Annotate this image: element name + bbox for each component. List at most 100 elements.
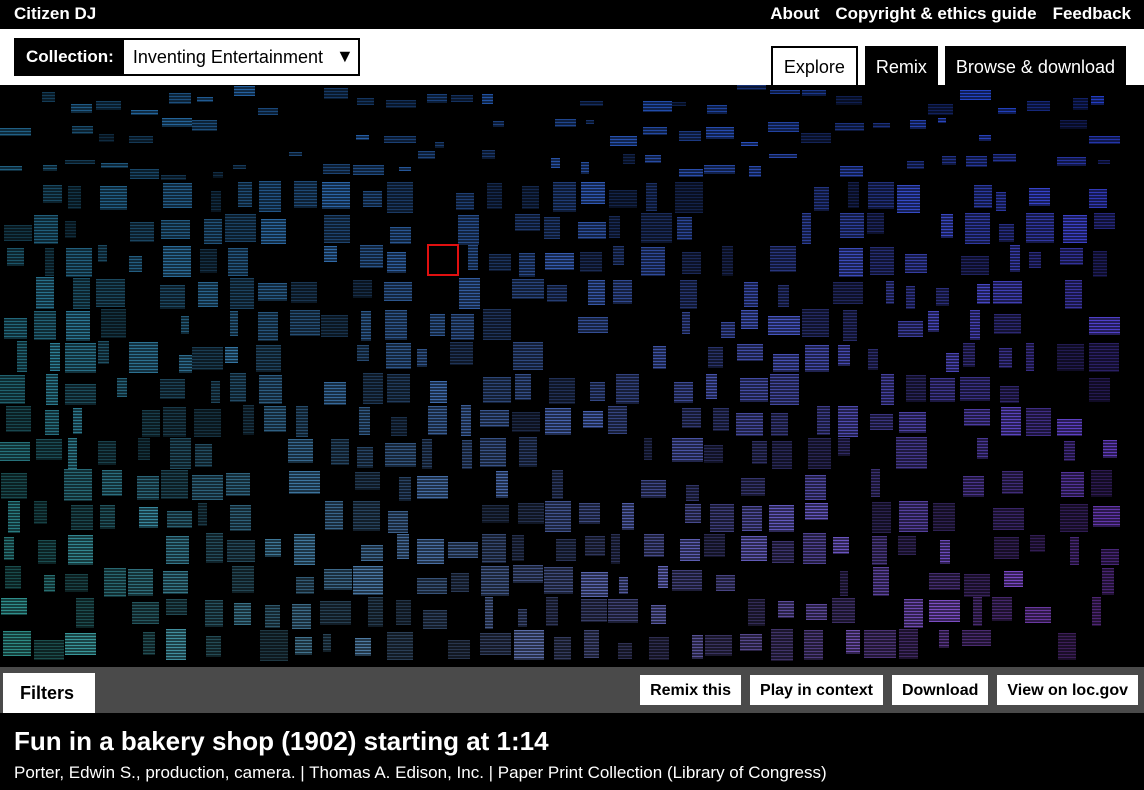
spectrogram-tile[interactable] <box>138 438 150 460</box>
spectrogram-tile[interactable] <box>288 439 313 463</box>
spectrogram-tile[interactable] <box>117 378 127 397</box>
spectrogram-tile[interactable] <box>833 537 849 554</box>
spectrogram-tile[interactable] <box>356 135 369 140</box>
spectrogram-tile[interactable] <box>45 248 54 276</box>
spectrogram-tile[interactable] <box>554 637 571 660</box>
spectrogram-tile[interactable] <box>583 411 603 428</box>
spectrogram-tile[interactable] <box>390 227 411 244</box>
spectrogram-tile[interactable] <box>258 108 278 115</box>
spectrogram-tile[interactable] <box>651 605 666 624</box>
spectrogram-tile[interactable] <box>770 246 796 272</box>
spectrogram-tile[interactable] <box>692 635 703 659</box>
spectrogram-tile[interactable] <box>905 254 927 273</box>
spectrogram-tile[interactable] <box>163 183 192 208</box>
spectrogram-tile[interactable] <box>0 375 25 404</box>
spectrogram-tile[interactable] <box>973 597 982 626</box>
spectrogram-tile[interactable] <box>578 317 608 333</box>
spectrogram-tile[interactable] <box>130 222 154 242</box>
play-in-context-button[interactable]: Play in context <box>750 675 883 705</box>
spectrogram-tile[interactable] <box>817 406 830 435</box>
spectrogram-tile[interactable] <box>163 246 191 277</box>
spectrogram-tile[interactable] <box>64 469 92 501</box>
spectrogram-tile[interactable] <box>609 190 637 208</box>
spectrogram-tile[interactable] <box>458 215 479 245</box>
spectrogram-tile[interactable] <box>0 128 31 136</box>
spectrogram-tile[interactable] <box>325 501 343 530</box>
spectrogram-tile[interactable] <box>930 378 955 402</box>
spectrogram-tile[interactable] <box>324 215 350 243</box>
spectrogram-tile[interactable] <box>226 473 250 496</box>
spectrogram-tile[interactable] <box>993 154 1016 162</box>
spectrogram-tile[interactable] <box>737 344 763 361</box>
spectrogram-tile[interactable] <box>357 98 374 105</box>
spectrogram-tile[interactable] <box>234 603 251 625</box>
spectrogram-tile[interactable] <box>898 321 923 337</box>
spectrogram-tile[interactable] <box>773 354 799 372</box>
spectrogram-tile[interactable] <box>142 410 160 437</box>
spectrogram-tile[interactable] <box>682 408 701 428</box>
spectrogram-tile[interactable] <box>608 599 638 623</box>
spectrogram-tile[interactable] <box>618 643 632 659</box>
spectrogram-tile[interactable] <box>483 309 511 340</box>
spectrogram-tile[interactable] <box>397 534 409 559</box>
spectrogram-tile[interactable] <box>100 505 115 529</box>
spectrogram-tile[interactable] <box>143 632 155 655</box>
spectrogram-tile[interactable] <box>706 127 734 139</box>
spectrogram-tile[interactable] <box>838 406 858 437</box>
spectrogram-tile[interactable] <box>96 279 125 307</box>
spectrogram-tile[interactable] <box>622 503 634 530</box>
spectrogram-tile[interactable] <box>65 384 96 405</box>
spectrogram-tile[interactable] <box>323 164 350 174</box>
spectrogram-tile[interactable] <box>324 569 352 590</box>
spectrogram-tile[interactable] <box>456 193 474 210</box>
nav-about-link[interactable]: About <box>770 4 819 24</box>
spectrogram-tile[interactable] <box>881 374 894 405</box>
spectrogram-tile[interactable] <box>353 165 384 175</box>
spectrogram-tile[interactable] <box>205 600 223 627</box>
spectrogram-tile[interactable] <box>363 373 383 404</box>
spectrogram-tile[interactable] <box>588 280 605 305</box>
spectrogram-tile[interactable] <box>225 214 256 242</box>
spectrogram-tile[interactable] <box>704 165 735 174</box>
spectrogram-tile[interactable] <box>741 142 758 146</box>
spectrogram-tile[interactable] <box>608 406 627 434</box>
spectrogram-tile[interactable] <box>522 186 539 209</box>
spectrogram-tile[interactable] <box>672 438 703 462</box>
spectrogram-tile[interactable] <box>1092 597 1101 626</box>
spectrogram-tile[interactable] <box>999 224 1014 242</box>
spectrogram-tile[interactable] <box>290 310 320 336</box>
spectrogram-tile[interactable] <box>868 182 894 209</box>
spectrogram-tile[interactable] <box>998 108 1016 114</box>
spectrogram-tile[interactable] <box>512 279 544 299</box>
spectrogram-tile[interactable] <box>613 246 624 265</box>
spectrogram-tile[interactable] <box>770 374 799 405</box>
spectrogram-tile[interactable] <box>468 245 478 270</box>
spectrogram-tile[interactable] <box>928 311 939 332</box>
spectrogram-tile[interactable] <box>384 282 412 301</box>
spectrogram-tile[interactable] <box>910 120 926 129</box>
spectrogram-tile[interactable] <box>963 476 984 497</box>
spectrogram-tile[interactable] <box>1027 101 1050 111</box>
spectrogram-tile[interactable] <box>899 629 918 659</box>
spectrogram-tile[interactable] <box>238 182 252 207</box>
spectrogram-tile[interactable] <box>259 181 281 212</box>
spectrogram-tile[interactable] <box>230 373 246 402</box>
spectrogram-tile[interactable] <box>101 163 128 168</box>
spectrogram-tile[interactable] <box>581 599 607 622</box>
spectrogram-tile[interactable] <box>36 439 62 460</box>
spectrogram-tile[interactable] <box>194 409 221 437</box>
spectrogram-tile[interactable] <box>580 252 602 272</box>
spectrogram-tile[interactable] <box>4 225 32 241</box>
spectrogram-tile[interactable] <box>551 158 560 168</box>
spectrogram-tile[interactable] <box>769 505 794 532</box>
spectrogram-tile[interactable] <box>870 247 894 275</box>
spectrogram-tile[interactable] <box>211 381 220 403</box>
spectrogram-tile[interactable] <box>385 310 407 340</box>
selected-sample-marker[interactable] <box>427 244 459 276</box>
spectrogram-tile[interactable] <box>399 167 411 171</box>
spectrogram-tile[interactable] <box>34 215 58 244</box>
spectrogram-tile[interactable] <box>487 183 502 209</box>
spectrogram-tile[interactable] <box>708 347 723 368</box>
spectrogram-tile[interactable] <box>848 182 859 208</box>
spectrogram-tile[interactable] <box>1089 189 1107 208</box>
